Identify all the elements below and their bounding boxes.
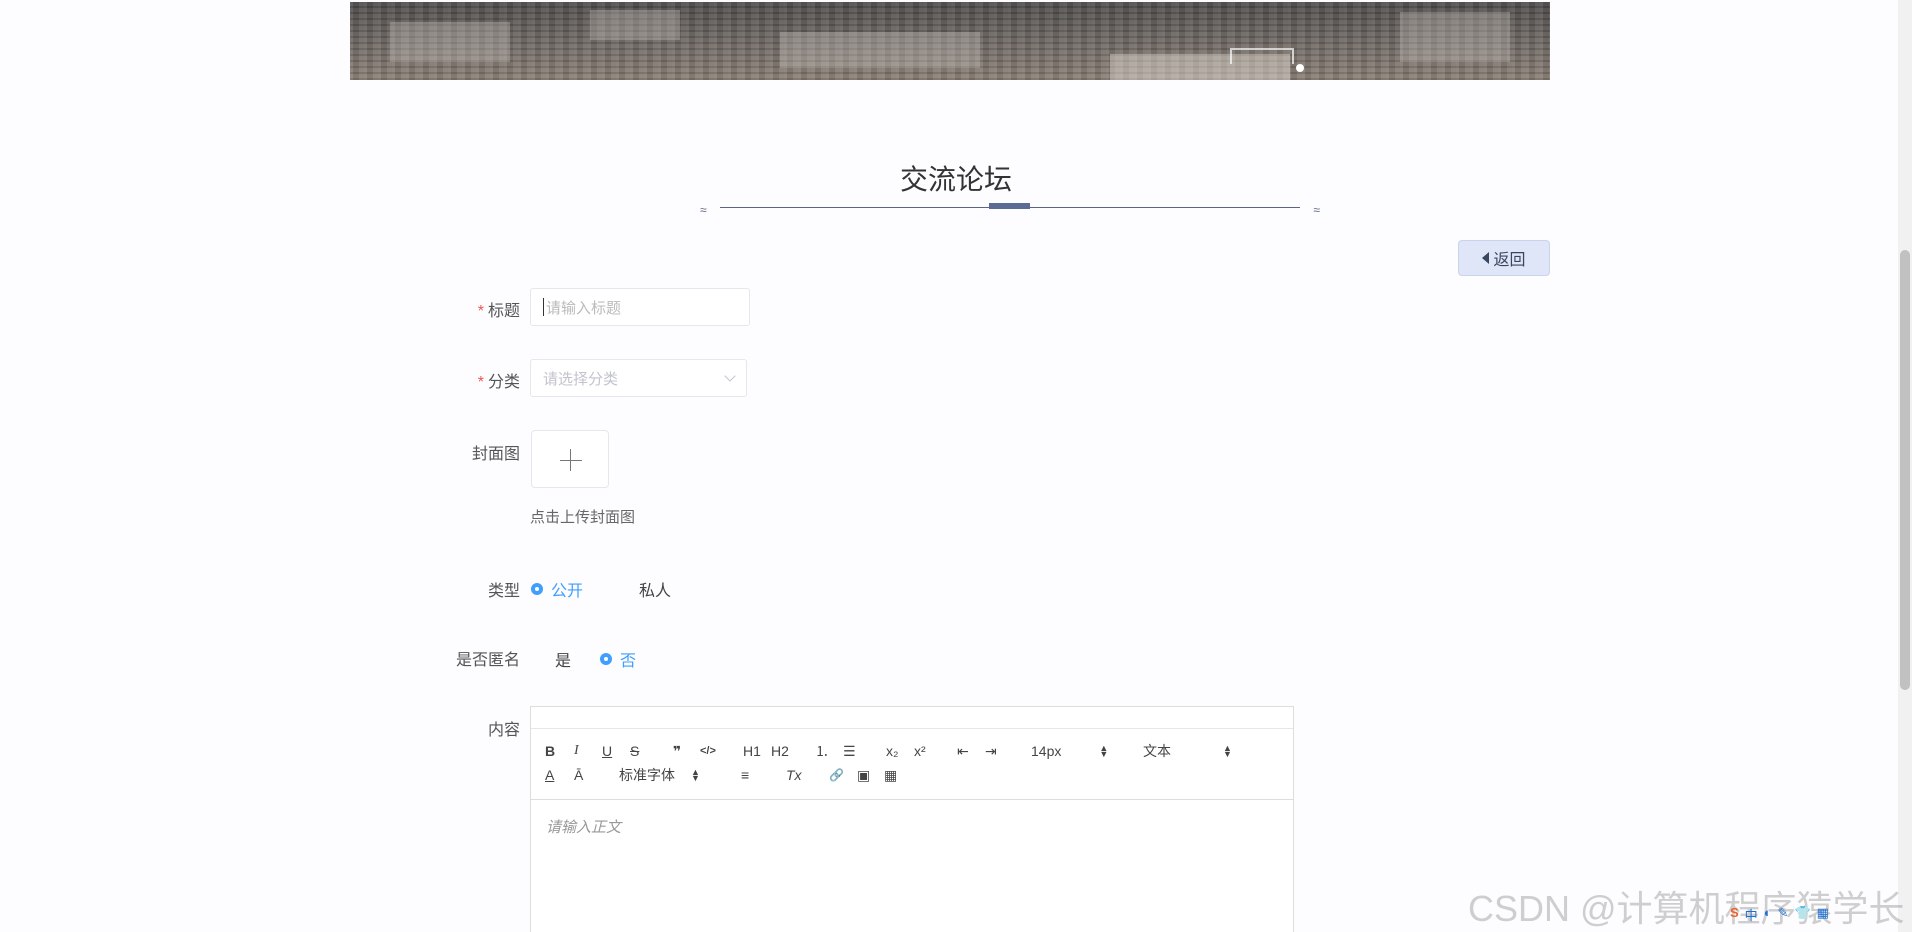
select-arrows-icon: ▲ ▼: [1099, 743, 1109, 759]
select-arrows-icon: ▲ ▼: [1223, 743, 1232, 759]
text-caret: [543, 298, 544, 316]
font-size-select[interactable]: 14px ▲ ▼: [1031, 741, 1121, 761]
code-block-icon[interactable]: </>: [700, 741, 716, 761]
subscript-icon[interactable]: x₂: [886, 741, 898, 761]
moon-icon[interactable]: ◐: [1764, 905, 1772, 924]
title-field-label: * 标题: [477, 303, 520, 320]
sogou-ime-icon[interactable]: S: [1730, 905, 1739, 924]
editor-toolbar: B I U S ❞ </> H1 H2 ⒈ ☰ x₂ x² ⇤ ⇥ 14px ▲ ▼…: [531, 729, 1293, 800]
grid-icon[interactable]: ▦: [1817, 905, 1829, 924]
chevron-down-icon: [724, 370, 736, 382]
cover-upload-button[interactable]: [531, 430, 609, 488]
scrollbar-thumb[interactable]: [1900, 250, 1910, 690]
editor-top-gap: [531, 707, 1293, 729]
radio-checked-icon: [600, 653, 612, 665]
header1-icon[interactable]: H1: [743, 741, 761, 761]
anonymous-field-label: 是否匿名: [455, 652, 520, 669]
category-field-label: * 分类: [477, 374, 520, 391]
outdent-icon[interactable]: ⇤: [957, 741, 969, 761]
caret-left-icon: [1482, 252, 1490, 264]
background-color-icon[interactable]: Ā: [574, 765, 583, 785]
banner-building: [1400, 12, 1510, 62]
rich-text-editor: B I U S ❞ </> H1 H2 ⒈ ☰ x₂ x² ⇤ ⇥ 14px ▲ ▼…: [530, 706, 1294, 932]
bold-icon[interactable]: B: [545, 741, 555, 761]
superscript-icon[interactable]: x²: [914, 741, 926, 761]
clear-format-icon[interactable]: Tx: [786, 765, 802, 785]
type-field-label: 类型: [487, 583, 520, 600]
bullet-list-icon[interactable]: ☰: [843, 741, 856, 761]
back-button[interactable]: 返回: [1458, 240, 1550, 276]
type-radio-public[interactable]: 公开: [531, 577, 583, 601]
cover-field-label: 封面图: [471, 446, 520, 463]
underline-icon[interactable]: U: [602, 741, 612, 761]
italic-icon[interactable]: I: [574, 741, 579, 761]
type-radio-private[interactable]: 私人: [619, 577, 671, 601]
shirt-icon[interactable]: 👕: [1794, 905, 1810, 924]
plus-icon: [560, 460, 582, 461]
font-family-select[interactable]: 标准字体 ▲ ▼: [619, 765, 715, 785]
ime-chinese-mode-icon[interactable]: 中: [1745, 905, 1758, 924]
radio-unchecked-icon: [619, 583, 631, 595]
editor-placeholder: 请输入正文: [546, 819, 622, 836]
title-input[interactable]: 请输入标题: [530, 288, 750, 326]
title-input-placeholder: 请输入标题: [546, 299, 622, 317]
back-button-label: 返回: [1493, 252, 1526, 269]
carousel-banner[interactable]: [350, 2, 1550, 80]
ime-tray: S 中 ◐ ✎ 👕 ▦: [1730, 905, 1829, 924]
strikethrough-icon[interactable]: S: [630, 741, 639, 761]
header-select[interactable]: 文本 ▲ ▼: [1143, 741, 1239, 761]
carousel-indicator-dot[interactable]: [1296, 64, 1304, 72]
select-arrows-icon: ▲ ▼: [691, 767, 700, 783]
banner-building: [590, 10, 680, 40]
header2-icon[interactable]: H2: [771, 741, 789, 761]
watermark: CSDN @计算机程序猿学长: [1468, 888, 1905, 929]
pen-icon[interactable]: ✎: [1778, 905, 1789, 924]
font-color-icon[interactable]: A: [545, 765, 554, 785]
radio-checked-icon: [531, 583, 543, 595]
link-icon[interactable]: 🔗: [829, 765, 844, 785]
editor-content-area[interactable]: 请输入正文: [531, 800, 1293, 853]
video-icon[interactable]: ▦: [884, 765, 897, 785]
indent-icon[interactable]: ⇥: [985, 741, 997, 761]
divider-accent: [989, 203, 1030, 209]
blockquote-icon[interactable]: ❞: [673, 741, 681, 761]
plus-icon: [570, 449, 571, 471]
required-mark: *: [477, 303, 484, 320]
required-mark: *: [477, 374, 484, 391]
banner-building: [390, 22, 510, 62]
anonymous-radio-no[interactable]: 否: [600, 647, 636, 671]
radio-unchecked-icon: [535, 653, 547, 665]
page-scrollbar[interactable]: [1898, 0, 1912, 932]
cover-upload-tip: 点击上传封面图: [530, 509, 636, 526]
page-title: 交流论坛: [899, 164, 1012, 195]
category-select-placeholder: 请选择分类: [543, 370, 619, 388]
category-select[interactable]: 请选择分类: [530, 359, 747, 397]
divider-ornament-left-icon: ≈: [700, 203, 707, 217]
content-field-label: 内容: [487, 722, 520, 739]
banner-building: [780, 32, 980, 68]
anonymous-radio-yes[interactable]: 是: [535, 647, 571, 671]
align-icon[interactable]: ≡: [741, 765, 749, 785]
ordered-list-icon[interactable]: ⒈: [815, 741, 829, 761]
banner-logo-icon: [1230, 48, 1294, 64]
divider-ornament-right-icon: ≈: [1313, 203, 1320, 217]
image-icon[interactable]: ▣: [857, 765, 870, 785]
title-divider: ≈ ≈: [700, 203, 1320, 217]
